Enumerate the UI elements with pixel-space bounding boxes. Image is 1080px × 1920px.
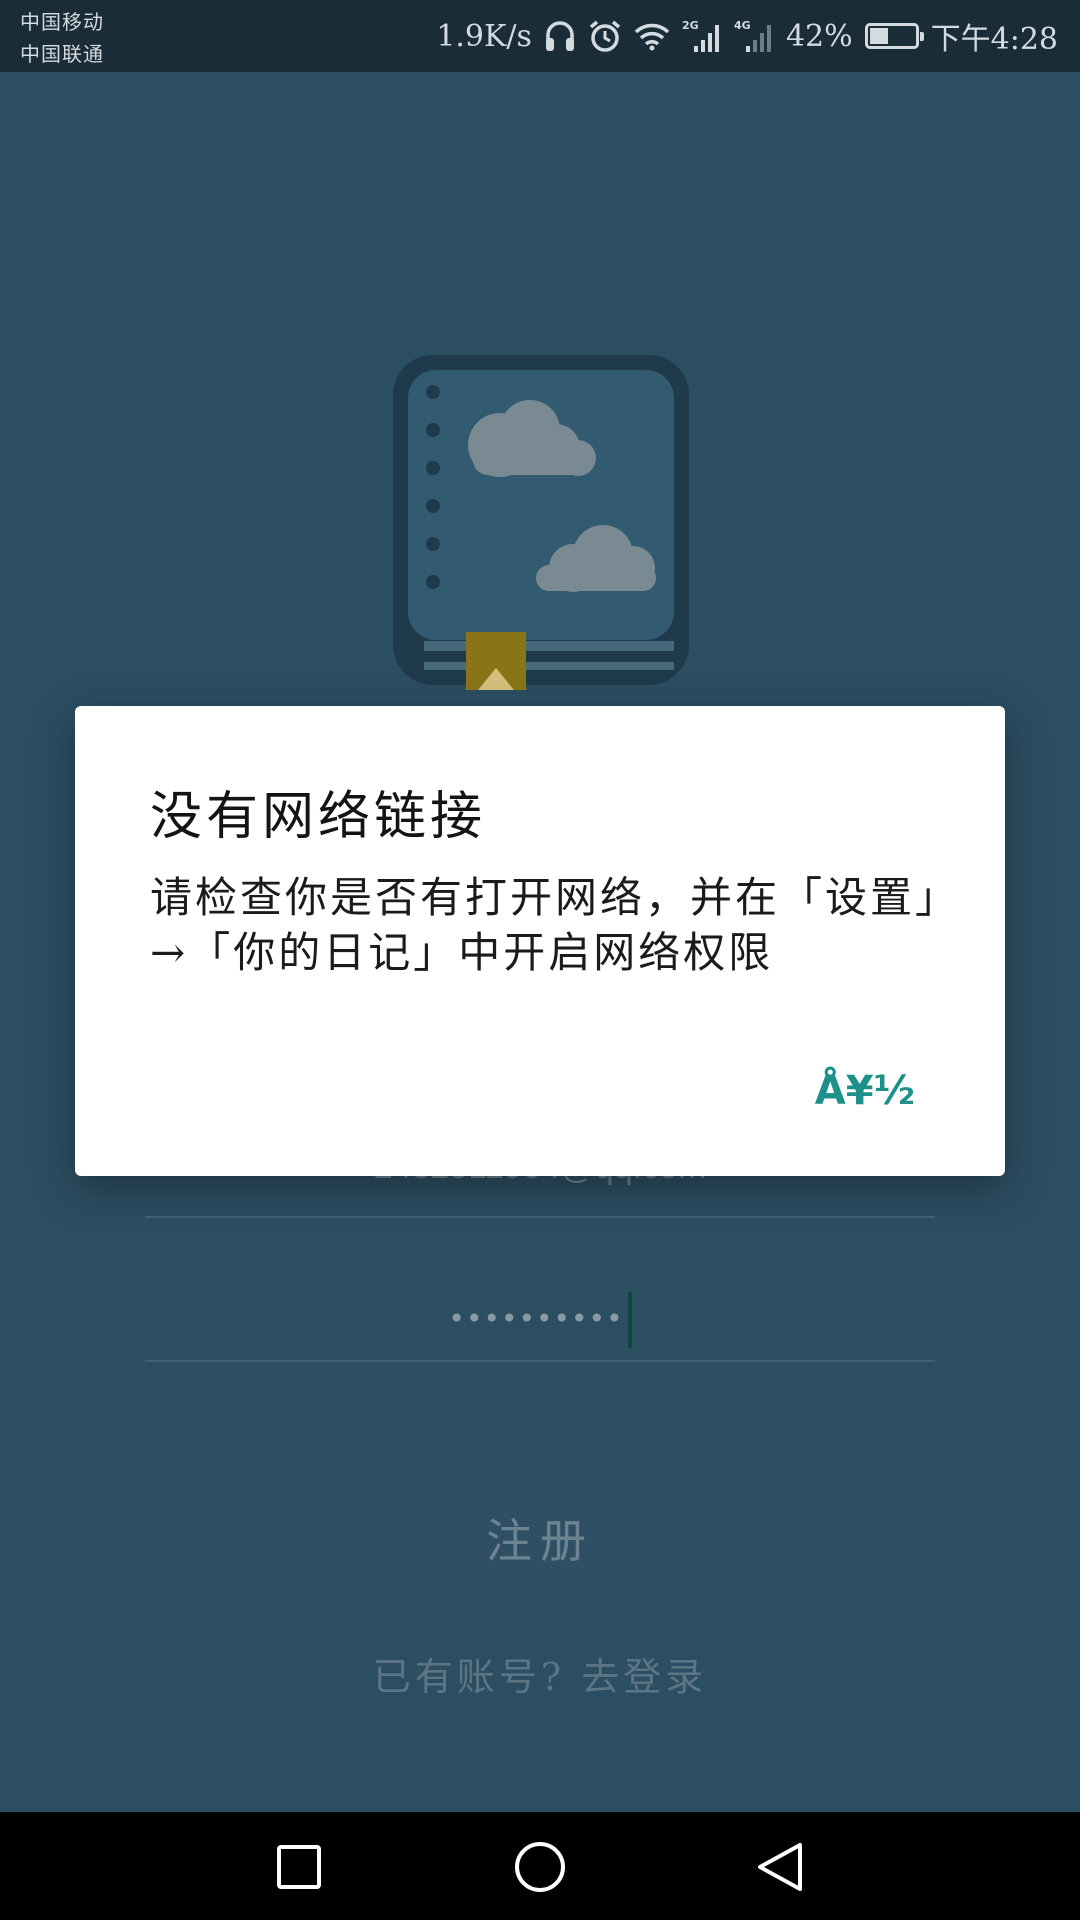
screen: 中国移动 中国联通 1.9K/s 2G 4G 42% 下午4:28 ••••••… bbox=[0, 0, 1080, 1920]
signal-4g-icon: 4G bbox=[734, 18, 774, 54]
navigation-bar bbox=[0, 1812, 1080, 1920]
status-indicators: 1.9K/s 2G 4G 42% 下午4:28 bbox=[424, 0, 1058, 72]
status-bar: 中国移动 中国联通 1.9K/s 2G 4G 42% 下午4:28 bbox=[0, 0, 1080, 72]
headphones-icon bbox=[544, 19, 576, 53]
signal-2g-icon: 2G bbox=[682, 18, 722, 54]
recents-square-icon[interactable] bbox=[264, 1832, 334, 1902]
wifi-icon bbox=[634, 21, 670, 51]
dialog-title: 没有网络链接 bbox=[150, 787, 487, 847]
password-field[interactable]: •••••••••• bbox=[145, 1292, 935, 1348]
home-circle-icon[interactable] bbox=[505, 1832, 575, 1902]
email-underline bbox=[145, 1216, 935, 1218]
no-network-dialog: 没有网络链接 请检查你是否有打开网络，并在「设置」→「你的日记」中开启网络权限 … bbox=[75, 706, 1005, 1176]
password-value: •••••••••• bbox=[448, 1302, 624, 1335]
battery-icon bbox=[864, 23, 924, 49]
alarm-icon bbox=[588, 19, 622, 53]
password-underline bbox=[145, 1360, 935, 1362]
carrier-1: 中国移动 bbox=[20, 10, 104, 34]
dialog-ok-button[interactable]: Å¥½ bbox=[815, 1068, 915, 1114]
back-triangle-icon[interactable] bbox=[745, 1832, 815, 1902]
clock: 下午4:28 bbox=[930, 22, 1058, 57]
diary-book-icon bbox=[388, 350, 694, 690]
dialog-message: 请检查你是否有打开网络，并在「设置」→「你的日记」中开启网络权限 bbox=[150, 873, 940, 977]
login-link[interactable]: 已有账号? 去登录 bbox=[145, 1646, 935, 1701]
carrier-2: 中国联通 bbox=[20, 42, 104, 66]
battery-percent: 42% bbox=[785, 18, 853, 54]
signal-4g-label: 4G bbox=[734, 19, 751, 32]
network-speed: 1.9K/s bbox=[436, 18, 532, 54]
battery-level bbox=[869, 28, 888, 44]
text-cursor bbox=[627, 1292, 632, 1348]
carrier-info: 中国移动 中国联通 bbox=[20, 6, 104, 70]
signal-2g-label: 2G bbox=[682, 19, 699, 32]
register-button[interactable]: 注册 bbox=[145, 1482, 935, 1600]
